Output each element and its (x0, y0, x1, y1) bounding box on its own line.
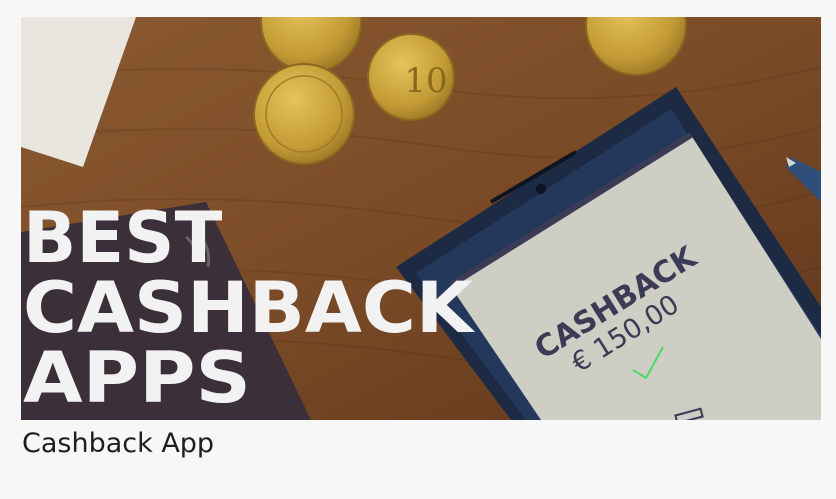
coin-label: 10 (404, 61, 447, 101)
coin-ten: 10 (367, 33, 455, 121)
image-caption[interactable]: Cashback App (22, 428, 214, 459)
coin-left (253, 63, 355, 165)
headline-line-3: APPS (23, 337, 251, 419)
image-card[interactable]: 10 CASHBACK € 150,00 BEST CASHBACK APPS … (0, 0, 836, 499)
hero-image[interactable]: 10 CASHBACK € 150,00 BEST CASHBACK APPS (21, 17, 821, 420)
